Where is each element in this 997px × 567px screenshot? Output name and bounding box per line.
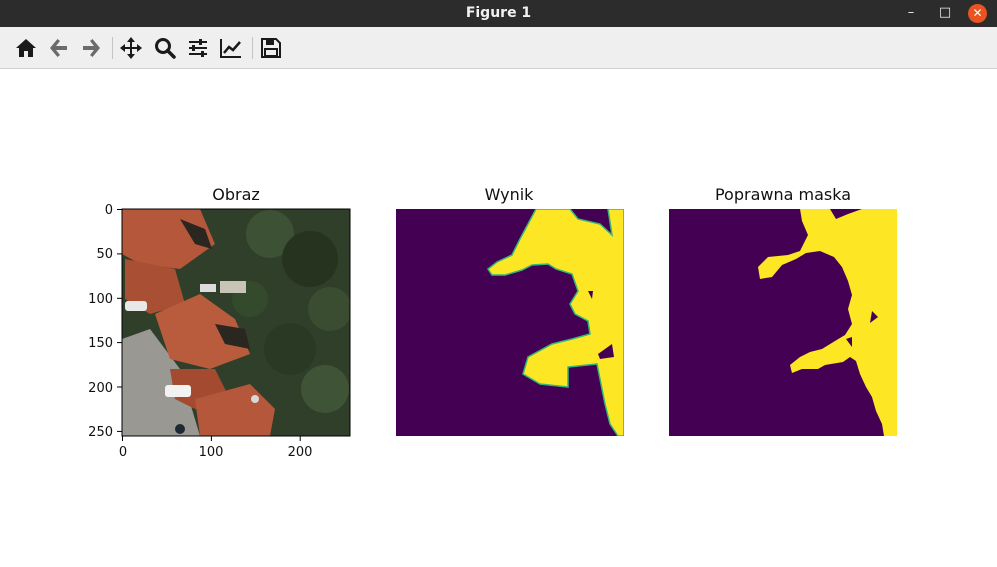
toolbar-separator (112, 37, 113, 59)
move-icon (120, 37, 142, 59)
minimize-button[interactable]: – (900, 3, 922, 23)
aerial-image (122, 209, 350, 436)
home-icon (16, 39, 36, 57)
pan-button[interactable] (117, 34, 145, 62)
configure-subplots-button[interactable] (184, 34, 212, 62)
y-tick-label: 250 (88, 425, 113, 440)
y-tick-label: 200 (88, 381, 113, 396)
edit-axis-button[interactable] (217, 34, 245, 62)
figure-svg: Obraz Wynik Poprawna maska 0 50 100 150 … (88, 185, 897, 460)
x-tick-label: 0 (119, 445, 127, 460)
zoom-button[interactable] (151, 34, 179, 62)
save-button[interactable] (257, 34, 285, 62)
figure-canvas[interactable]: Obraz Wynik Poprawna maska 0 50 100 150 … (0, 69, 997, 567)
arrow-left-icon (50, 39, 67, 57)
line-chart-icon (220, 39, 241, 58)
navigation-toolbar (0, 27, 997, 69)
x-tick-marks (122, 436, 301, 441)
y-tick-label: 100 (88, 292, 113, 307)
floppy-icon (261, 38, 281, 58)
home-button[interactable] (12, 34, 40, 62)
y-tick-label: 0 (105, 203, 113, 218)
x-tick-label: 200 (288, 445, 313, 460)
panel-title-maska: Poprawna maska (715, 185, 851, 204)
window-title: Figure 1 (465, 5, 532, 21)
y-tick-label: 50 (96, 247, 113, 262)
y-tick-label: 150 (88, 336, 113, 351)
forward-button[interactable] (77, 34, 105, 62)
arrow-right-icon (83, 39, 100, 57)
window-titlebar: Figure 1 – □ ✕ (0, 0, 997, 27)
sliders-icon (189, 39, 207, 57)
back-button[interactable] (45, 34, 73, 62)
close-button[interactable]: ✕ (968, 4, 987, 23)
magnifier-icon (155, 38, 176, 59)
maximize-button[interactable]: □ (934, 3, 956, 23)
predicted-mask (396, 209, 624, 436)
panel-title-obraz: Obraz (212, 185, 260, 204)
x-tick-label: 100 (199, 445, 224, 460)
toolbar-separator (252, 37, 253, 59)
panel-title-wynik: Wynik (485, 185, 535, 204)
y-tick-marks (117, 209, 122, 432)
ground-truth-mask (669, 209, 897, 436)
